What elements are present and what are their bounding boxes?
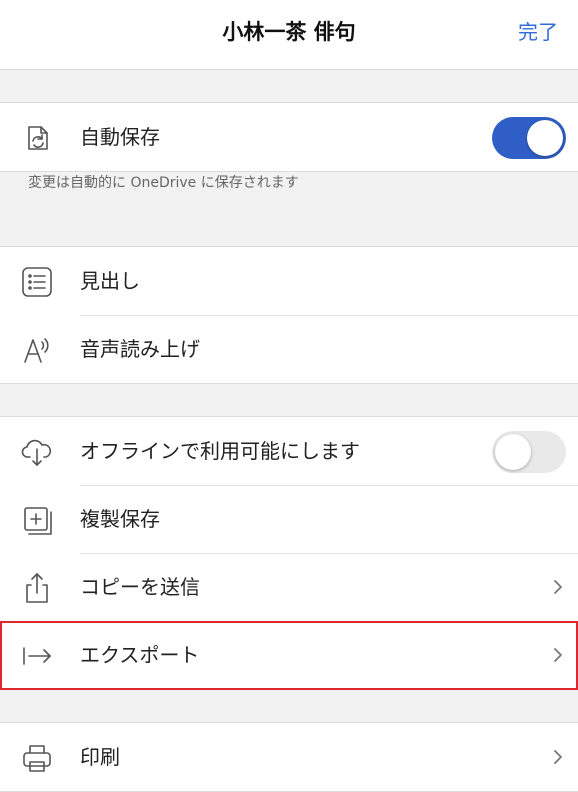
duplicate-label: 複製保存 [80, 507, 160, 531]
autosave-note: 変更は自動的に OneDrive に保存されます [28, 175, 299, 191]
chevron-right-icon [554, 750, 562, 764]
printer-icon [20, 741, 54, 775]
navigation-bar: 小林一茶 俳句 完了 [0, 0, 578, 70]
chevron-right-icon [554, 648, 562, 662]
duplicate-row[interactable]: 複製保存 [0, 485, 578, 553]
export-row[interactable]: エクスポート [0, 621, 578, 689]
read-aloud-row[interactable]: 音声読み上げ [0, 315, 578, 383]
send-copy-row[interactable]: コピーを送信 [0, 553, 578, 621]
toggle-knob [527, 120, 563, 156]
toggle-knob [495, 434, 531, 470]
autosave-label: 自動保存 [80, 125, 160, 149]
offline-toggle[interactable] [492, 431, 566, 473]
autosave-icon [20, 121, 54, 155]
done-button[interactable]: 完了 [518, 0, 558, 70]
print-row[interactable]: 印刷 [0, 723, 578, 791]
headings-label: 見出し [80, 269, 140, 293]
share-icon [20, 571, 54, 605]
offline-row: オフラインで利用可能にします [0, 417, 578, 485]
chevron-right-icon [554, 580, 562, 594]
autosave-group: 自動保存 [0, 102, 578, 172]
read-aloud-label: 音声読み上げ [80, 337, 200, 361]
print-group: 印刷 [0, 722, 578, 792]
autosave-toggle[interactable] [492, 117, 566, 159]
duplicate-icon [20, 503, 54, 537]
cloud-download-icon [20, 435, 54, 469]
view-group: 見出し 音声読み上げ [0, 246, 578, 384]
file-group: オフラインで利用可能にします 複製保存 コピーを送信 エクスポート [0, 416, 578, 690]
document-title: 小林一茶 俳句 [222, 20, 356, 44]
list-icon [20, 265, 54, 299]
send-copy-label: コピーを送信 [80, 575, 200, 599]
print-label: 印刷 [80, 745, 120, 769]
autosave-row: 自動保存 [0, 103, 578, 171]
read-aloud-icon [20, 333, 54, 367]
export-label: エクスポート [80, 643, 200, 667]
export-icon [20, 639, 54, 673]
offline-label: オフラインで利用可能にします [80, 439, 360, 463]
headings-row[interactable]: 見出し [0, 247, 578, 315]
